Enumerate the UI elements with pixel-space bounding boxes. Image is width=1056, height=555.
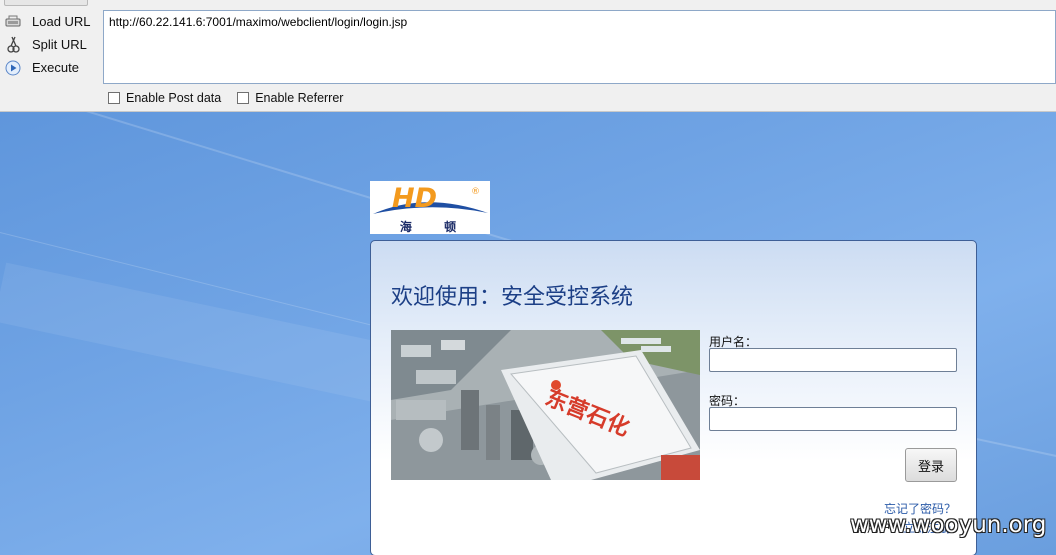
welcome-title: 欢迎使用：安全受控系统 [391, 285, 634, 310]
enable-referrer-checkbox[interactable]: Enable Referrer [237, 91, 343, 105]
company-logo: HD ® 海 顿 [370, 181, 490, 234]
top-strip-button[interactable] [4, 0, 88, 6]
enable-post-box[interactable] [108, 92, 120, 104]
login-page-background: HD ® 海 顿 欢迎使用：安全受控系统 东营石化 用户名： 密码： 登录 忘记… [0, 112, 1056, 555]
load-url-button[interactable]: Load URL [0, 10, 100, 33]
enable-post-label: Enable Post data [126, 91, 222, 105]
split-url-icon [0, 36, 26, 54]
split-url-button[interactable]: Split URL [0, 33, 100, 56]
enable-post-checkbox[interactable]: Enable Post data [108, 91, 221, 105]
login-panel: 欢迎使用：安全受控系统 东营石化 用户名： 密码： 登录 忘记了密码？ 新用户？… [370, 240, 977, 555]
top-menu-strip [0, 0, 1056, 7]
hd-logo-graphic: HD ® [373, 183, 488, 214]
url-textarea[interactable]: http://60.22.141.6:7001/maximo/webclient… [103, 10, 1056, 84]
hackbar-toolbar: Load URL Split URL Execute http://60.22.… [0, 0, 1056, 112]
execute-label: Execute [32, 60, 79, 75]
execute-icon [0, 60, 26, 76]
refinery-aerial-photo: 东营石化 [391, 330, 700, 480]
split-url-label: Split URL [32, 37, 87, 52]
load-url-icon [0, 15, 26, 29]
registered-mark: ® [471, 187, 480, 197]
enable-referrer-box[interactable] [237, 92, 250, 104]
toolbar-actions: Load URL Split URL Execute [0, 10, 100, 79]
enable-referrer-label: Enable Referrer [255, 91, 344, 105]
wooyun-watermark: www.wooyun.org [850, 512, 1047, 538]
background-streak [0, 262, 398, 405]
login-button[interactable]: 登录 [905, 448, 957, 482]
load-url-label: Load URL [32, 14, 91, 29]
options-row: Enable Post data Enable Referrer [108, 91, 359, 105]
logo-caption: 海 顿 [399, 220, 471, 234]
logo-letters: HD [392, 183, 437, 214]
execute-button[interactable]: Execute [0, 56, 100, 79]
username-input[interactable] [709, 348, 957, 372]
password-input[interactable] [709, 407, 957, 431]
